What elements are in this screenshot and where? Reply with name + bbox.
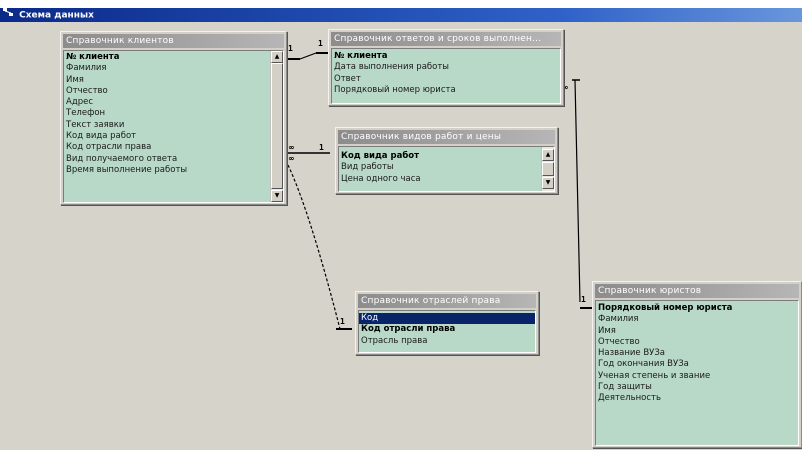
table-lawyers-title[interactable]: Справочник юристов [595, 284, 799, 298]
field-item[interactable]: Год защиты [596, 382, 798, 393]
scroll-up-arrow-icon[interactable]: ▲ [271, 51, 283, 63]
field-item[interactable]: Дата выполнения работы [332, 62, 560, 73]
field-item[interactable]: Время выполнение работы [64, 165, 269, 176]
field-item[interactable]: Отчество [596, 337, 798, 348]
window-title-bar[interactable]: Схема данных [0, 8, 802, 22]
table-lawyers-field-list[interactable]: Порядковый номер юриста Фамилия Имя Отче… [595, 300, 799, 446]
field-item[interactable]: Отрасль права [359, 336, 535, 347]
field-item[interactable]: Адрес [64, 97, 269, 108]
table-law-branches[interactable]: Справочник отраслей права Код Код отрасл… [355, 291, 539, 355]
field-item[interactable]: Телефон [64, 108, 269, 119]
field-item[interactable]: Код вида работ [339, 151, 540, 162]
table-work-types-field-list[interactable]: Код вида работ Вид работы Цена одного ча… [338, 146, 555, 192]
field-item[interactable]: Отчество [64, 86, 269, 97]
relationships-window-icon[interactable] [3, 8, 13, 22]
table-law-branches-field-list[interactable]: Код Код отрасли права Отрасль права [358, 310, 536, 353]
table-answers-field-list[interactable]: № клиента Дата выполнения работы Ответ П… [331, 48, 561, 104]
field-item[interactable]: Код отрасли права [64, 142, 269, 153]
field-item[interactable]: Вид работы [339, 162, 540, 173]
field-item[interactable]: Цена одного часа [339, 174, 540, 185]
table-answers-title[interactable]: Справочник ответов и сроков выполнен... [331, 32, 561, 46]
field-item[interactable]: Имя [596, 326, 798, 337]
field-item[interactable]: Порядковый номер юриста [332, 85, 560, 96]
scroll-up-arrow-icon[interactable]: ▲ [542, 149, 554, 161]
relationship-one-label: 1 [288, 44, 293, 53]
field-item[interactable]: Название ВУЗа [596, 348, 798, 359]
table-clients-field-list[interactable]: № клиента Фамилия Имя Отчество Адрес Тел… [63, 50, 284, 203]
field-item[interactable]: Код вида работ [64, 131, 269, 142]
scroll-down-arrow-icon[interactable]: ▼ [271, 190, 283, 202]
field-item[interactable]: Имя [64, 75, 269, 86]
table-answers[interactable]: Справочник ответов и сроков выполнен... … [328, 29, 564, 106]
relationship-one-label: 1 [340, 317, 345, 326]
field-item[interactable]: Фамилия [596, 314, 798, 325]
relationship-one-label: 1 [319, 143, 324, 152]
field-item[interactable]: Ответ [332, 74, 560, 85]
field-item[interactable]: Код отрасли права [359, 324, 535, 335]
field-item[interactable]: Вид получаемого ответа [64, 154, 269, 165]
field-item-selected[interactable]: Код [359, 313, 535, 325]
relationship-one-label: 1 [581, 295, 586, 304]
relationship-many-label: ∞ [289, 143, 294, 152]
scroll-thumb[interactable] [271, 63, 283, 189]
field-item[interactable]: № клиента [332, 51, 560, 62]
field-item[interactable]: № клиента [64, 52, 269, 63]
scroll-thumb[interactable] [542, 162, 554, 176]
window-title: Схема данных [19, 10, 94, 21]
table-clients-scrollbar[interactable]: ▲ ▼ [270, 51, 283, 202]
field-item[interactable]: Год окончания ВУЗа [596, 359, 798, 370]
field-item[interactable]: Деятельность [596, 393, 798, 404]
table-work-types[interactable]: Справочник видов работ и цены Код вида р… [335, 127, 558, 194]
scroll-down-arrow-icon[interactable]: ▼ [542, 177, 554, 189]
table-work-types-scrollbar[interactable]: ▲ ▼ [541, 147, 554, 191]
relationship-many-label: ∞ [289, 154, 294, 163]
table-law-branches-title[interactable]: Справочник отраслей права [358, 294, 536, 308]
field-item[interactable]: Порядковый номер юриста [596, 303, 798, 314]
field-item[interactable]: Текст заявки [64, 120, 269, 131]
relationships-canvas[interactable]: 1 1 1 ∞ ∞ 1 ∞ 1 Справочник клиентов № кл… [0, 22, 802, 450]
field-item[interactable]: Ученая степень и звание [596, 371, 798, 382]
table-work-types-title[interactable]: Справочник видов работ и цены [338, 130, 555, 144]
field-item[interactable]: Фамилия [64, 63, 269, 74]
table-clients[interactable]: Справочник клиентов № клиента Фамилия Им… [60, 31, 287, 205]
table-lawyers[interactable]: Справочник юристов Порядковый номер юрис… [592, 281, 802, 448]
table-clients-title[interactable]: Справочник клиентов [63, 34, 284, 48]
relationship-one-label: 1 [318, 39, 323, 48]
